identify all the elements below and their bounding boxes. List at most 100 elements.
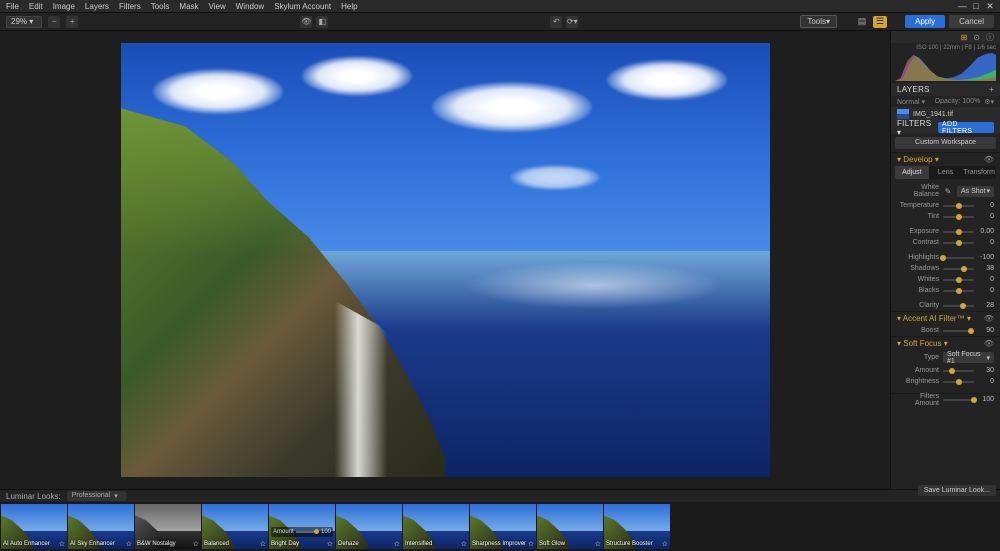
zoom-in-button[interactable]: + [66,16,78,28]
menu-mask[interactable]: Mask [179,2,198,11]
dev-clarity-value: 28 [978,302,994,309]
layer-settings-icon[interactable]: ⚙▾ [984,98,994,106]
menu-file[interactable]: File [6,2,19,11]
develop-visibility-icon[interactable]: 👁 [984,155,994,164]
window-close-icon[interactable]: ✕ [986,1,994,12]
menu-image[interactable]: Image [53,2,75,11]
dev-exposure-value: 0.00 [978,228,994,235]
add-layer-icon[interactable]: + [989,85,994,94]
history-icon[interactable]: ⟳▾ [566,16,578,28]
soft-amount-value: 30 [978,367,994,374]
compare-icon[interactable]: ◧ [316,16,328,28]
look-favourite-icon[interactable]: ☆ [595,540,601,548]
look-structure booster[interactable]: Structure Booster☆ [604,504,670,549]
wb-picker-icon[interactable]: ✎ [943,186,953,196]
look-bright day[interactable]: Amount100 Bright Day☆ [269,504,335,549]
dev-exposure-slider[interactable] [943,231,974,233]
look-favourite-icon[interactable]: ☆ [394,540,400,548]
filters-amount-value: 100 [978,396,994,403]
looks-label: Luminar Looks: [6,492,61,501]
look-favourite-icon[interactable]: ☆ [662,540,668,548]
dev-highlights-slider[interactable] [943,257,974,259]
dev-tint-slider[interactable] [943,216,974,218]
tab-histogram-icon[interactable]: ⊞ [961,33,968,42]
add-filters-button[interactable]: Add Filters [938,122,994,133]
accent-boost-slider[interactable] [943,330,974,332]
looks-bar: Luminar Looks: Professional▾ [0,489,1000,502]
dev-temperature-label: Temperature [897,202,939,209]
opacity-label[interactable]: Opacity: 100% [935,98,981,105]
dev-clarity-label: Clarity [897,302,939,309]
wb-select[interactable]: As Shot▾ [957,186,994,197]
look-intensified[interactable]: Intensified☆ [403,504,469,549]
workspace-select[interactable]: Custom Workspace [895,137,996,149]
filters-amount-label: Filters Amount [897,393,939,407]
softfocus-visibility-icon[interactable]: 👁 [984,339,994,348]
tab-info-icon[interactable]: ⓘ [986,32,994,43]
look-favourite-icon[interactable]: ☆ [193,540,199,548]
looks-thumbnails: AI Auto Enhancer☆ AI Sky Enhancer☆ B&W N… [0,502,1000,551]
tab-navigator-icon[interactable]: ⊙ [973,33,980,42]
tab-lens[interactable]: Lens [929,166,963,179]
apply-button[interactable]: Apply [905,15,945,28]
tools-dropdown[interactable]: Tools ▾ [800,15,837,28]
menu-layers[interactable]: Layers [85,2,109,11]
zoom-select[interactable]: 29% ▾ [6,16,42,28]
soft-amount-label: Amount [897,367,939,374]
softfocus-type-label: Type [897,354,939,361]
menu-help[interactable]: Help [341,2,357,11]
tab-adjust[interactable]: Adjust [895,166,929,179]
image-canvas[interactable] [0,31,890,489]
undo-icon[interactable]: ↶ [550,16,562,28]
quick-preview-icon[interactable]: 👁 [300,16,312,28]
look-b&w nostalgy[interactable]: B&W Nostalgy☆ [135,504,201,549]
look-balanced[interactable]: Balanced☆ [202,504,268,549]
menu-view[interactable]: View [209,2,226,11]
look-favourite-icon[interactable]: ☆ [260,540,266,548]
histogram: ISO 100 | 22mm | F8 | 1/6 sec [891,43,1000,83]
menu-window[interactable]: Window [236,2,264,11]
window-minimize-icon[interactable]: — [958,1,966,12]
cancel-button[interactable]: Cancel [949,15,994,28]
dev-shadows-value: 38 [978,265,994,272]
soft-brightness-slider[interactable] [943,381,974,383]
menu-account[interactable]: Skylum Account [274,2,331,11]
look-favourite-icon[interactable]: ☆ [59,540,65,548]
softfocus-type-select[interactable]: Soft Focus #1▾ [943,352,994,363]
looks-preset-select[interactable]: Professional▾ [67,491,126,501]
dev-temperature-slider[interactable] [943,205,974,207]
menu-filters[interactable]: Filters [119,2,141,11]
dev-whites-value: 0 [978,276,994,283]
look-favourite-icon[interactable]: ☆ [126,540,132,548]
soft-amount-slider[interactable] [943,370,974,372]
look-favourite-icon[interactable]: ☆ [327,540,333,548]
dev-clarity-slider[interactable] [943,305,974,307]
tab-transform[interactable]: Transform [962,166,996,179]
look-sharpness improver[interactable]: Sharpness Improver☆ [470,504,536,549]
dev-contrast-slider[interactable] [943,242,974,244]
look-ai sky enhancer[interactable]: AI Sky Enhancer☆ [68,504,134,549]
develop-header[interactable]: ▾ Develop ▾👁 [891,153,1000,166]
dev-whites-slider[interactable] [943,279,974,281]
accent-header[interactable]: ▾ Accent AI Filter™ ▾👁 [891,312,1000,325]
wb-label: White Balance [897,184,939,198]
side-panel-icon[interactable]: ☰ [873,16,887,28]
look-favourite-icon[interactable]: ☆ [461,540,467,548]
accent-visibility-icon[interactable]: 👁 [984,314,994,323]
filters-amount-slider[interactable] [943,399,974,401]
photo-preview [121,43,770,477]
menu-tools[interactable]: Tools [151,2,170,11]
softfocus-header[interactable]: ▾ Soft Focus ▾👁 [891,337,1000,350]
info-panel-icon[interactable]: ▤ [855,16,869,28]
look-dehaze[interactable]: Dehaze☆ [336,504,402,549]
zoom-out-button[interactable]: − [48,16,60,28]
look-favourite-icon[interactable]: ☆ [528,540,534,548]
blend-mode-select[interactable]: Normal ▾ [897,98,925,106]
look-soft glow[interactable]: Soft Glow☆ [537,504,603,549]
dev-shadows-slider[interactable] [943,268,974,270]
look-ai auto enhancer[interactable]: AI Auto Enhancer☆ [1,504,67,549]
dev-blacks-slider[interactable] [943,290,974,292]
save-look-button[interactable]: Save Luminar Look... [918,485,996,496]
window-maximize-icon[interactable]: □ [972,1,980,12]
menu-edit[interactable]: Edit [29,2,43,11]
